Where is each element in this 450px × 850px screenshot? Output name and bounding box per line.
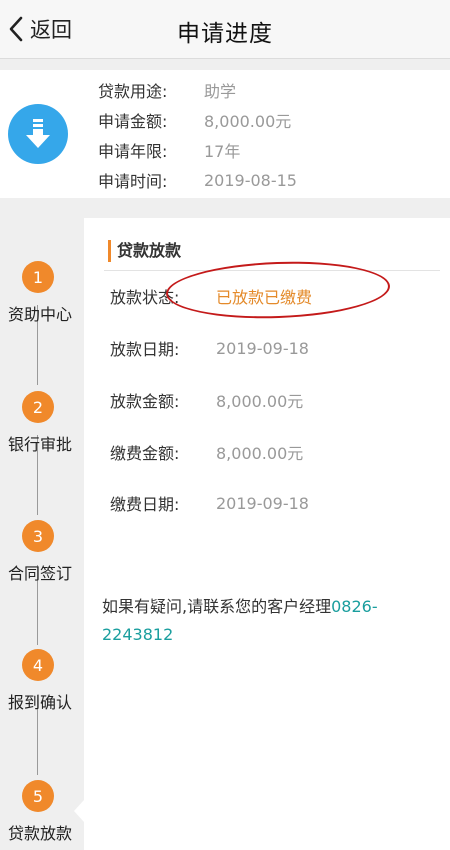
step-3-badge[interactable]: 3 — [22, 520, 54, 552]
step-5-badge[interactable]: 5 — [22, 780, 54, 812]
step-4-label[interactable]: 报到确认 — [0, 689, 80, 713]
detail-row-fee-amount: 缴费金额: 8,000.00元 — [110, 444, 304, 463]
detail-row-fee-date: 缴费日期: 2019-09-18 — [110, 493, 309, 515]
status-annotation-circle — [165, 258, 391, 322]
contact-note: 如果有疑问,请联系您的客户经理0826-2243812 — [102, 593, 432, 649]
step-1-label[interactable]: 资助中心 — [0, 301, 80, 325]
summary-row-amount: 申请金额: 8,000.00元 — [98, 112, 292, 131]
section-title: 贷款放款 — [108, 240, 181, 262]
step-4-badge[interactable]: 4 — [22, 649, 54, 681]
step-2-label[interactable]: 银行审批 — [0, 431, 80, 455]
step-3-label[interactable]: 合同签订 — [0, 560, 80, 584]
step-5-label[interactable]: 贷款放款 — [0, 820, 80, 844]
step-1-badge[interactable]: 1 — [22, 261, 54, 293]
top-bar: 返回 申请进度 — [0, 0, 450, 59]
summary-row-term: 申请年限: 17年 — [98, 142, 241, 161]
contact-text: 如果有疑问,请联系您的客户经理 — [102, 597, 332, 616]
detail-row-disburse-date: 放款日期: 2019-09-18 — [110, 338, 309, 360]
disbursement-detail-panel: 贷款放款 放款状态: 已放款已缴费 放款日期: 2019-09-18 放款金额:… — [84, 218, 450, 850]
summary-row-purpose: 贷款用途: 助学 — [98, 82, 237, 101]
download-icon — [8, 104, 68, 164]
step-2-badge[interactable]: 2 — [22, 391, 54, 423]
active-step-pointer — [74, 800, 84, 822]
detail-row-disburse-amount: 放款金额: 8,000.00元 — [110, 392, 304, 411]
page-title: 申请进度 — [177, 21, 273, 47]
progress-steps: 1 资助中心 2 银行审批 3 合同签订 4 报到确认 5 贷款放款 — [0, 205, 84, 850]
summary-row-date: 申请时间: 2019-08-15 — [98, 170, 297, 192]
application-summary: 贷款用途: 助学 申请金额: 8,000.00元 申请年限: 17年 申请时间:… — [0, 70, 450, 198]
